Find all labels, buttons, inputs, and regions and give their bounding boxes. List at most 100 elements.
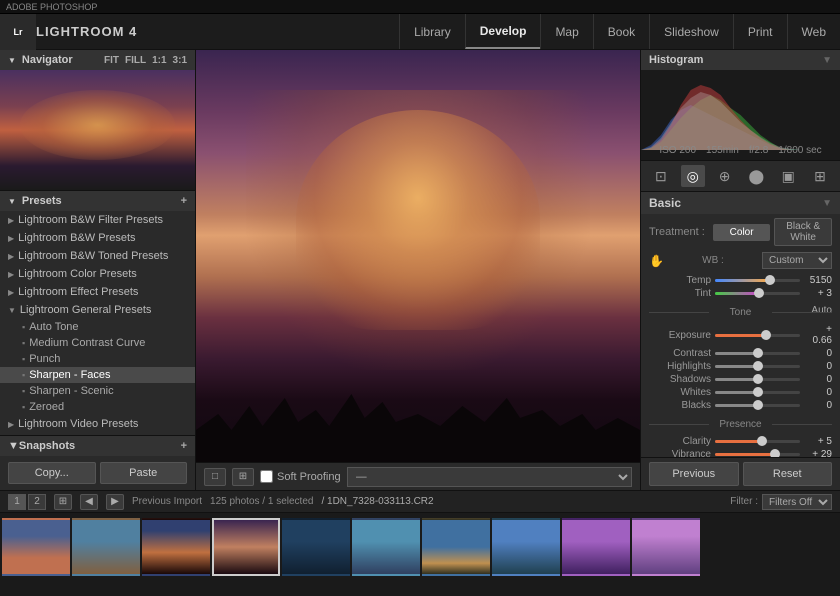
nav-preview-cloud: [20, 90, 175, 160]
reset-button[interactable]: Reset: [743, 462, 833, 486]
histogram-label: Histogram: [649, 54, 703, 66]
preset-label: Auto Tone: [29, 321, 78, 333]
film-thumb-6[interactable]: [352, 518, 420, 576]
highlights-thumb[interactable]: [753, 361, 763, 371]
film-thumb-4[interactable]: [212, 518, 280, 576]
nav-fit[interactable]: FIT: [104, 55, 119, 66]
crop-tool[interactable]: ⊡: [649, 165, 673, 187]
preset-medium-contrast[interactable]: ▪ Medium Contrast Curve: [0, 335, 195, 351]
tab-print[interactable]: Print: [733, 14, 787, 49]
film-thumb-image: [562, 518, 630, 576]
preset-group-effect[interactable]: ▶ Lightroom Effect Presets: [0, 283, 195, 301]
filmstrip-prev-import: Previous Import: [132, 496, 202, 507]
preset-icon: ▪: [22, 402, 25, 412]
navigator-header[interactable]: ▼ Navigator FIT FILL 1:1 3:1: [0, 50, 195, 70]
histogram-menu-icon: ▼: [822, 55, 832, 66]
contrast-thumb[interactable]: [753, 348, 763, 358]
blacks-thumb[interactable]: [753, 400, 763, 410]
film-thumb-image: [352, 518, 420, 576]
view-compare-button[interactable]: ⊞: [232, 468, 254, 486]
shadows-track[interactable]: [715, 378, 800, 381]
histogram-section: Histogram ▼ ISO 200 155min f/2.8: [641, 50, 840, 161]
film-thumb-7[interactable]: [422, 518, 490, 576]
preset-group-label: Lightroom B&W Presets: [18, 232, 135, 244]
filmstrip-tab-2[interactable]: 2: [28, 494, 46, 510]
vibrance-track[interactable]: [715, 453, 800, 456]
paste-button[interactable]: Paste: [100, 462, 188, 484]
circle-tool[interactable]: ◎: [681, 165, 705, 187]
tab-library[interactable]: Library: [399, 14, 465, 49]
tab-develop[interactable]: Develop: [465, 14, 541, 49]
filmstrip-nav-prev[interactable]: ◀: [80, 494, 98, 510]
preset-punch[interactable]: ▪ Punch: [0, 351, 195, 367]
temp-track[interactable]: [715, 279, 800, 282]
basic-header[interactable]: Basic ▼: [641, 192, 840, 214]
highlights-track[interactable]: [715, 365, 800, 368]
preset-group-video[interactable]: ▶ Lightroom Video Presets: [0, 415, 195, 433]
vibrance-thumb[interactable]: [770, 449, 780, 457]
film-thumb-9[interactable]: [562, 518, 630, 576]
tab-map[interactable]: Map: [540, 14, 592, 49]
filmstrip-nav-next[interactable]: ▶: [106, 494, 124, 510]
preset-group-bw-filter[interactable]: ▶ Lightroom B&W Filter Presets: [0, 211, 195, 229]
preset-sharpen-scenic[interactable]: ▪ Sharpen - Scenic: [0, 383, 195, 399]
snapshots-header[interactable]: ▼ Snapshots +: [0, 436, 195, 456]
hsl-tool[interactable]: ⊞: [808, 165, 832, 187]
wb-select[interactable]: Custom: [762, 252, 832, 269]
color-button[interactable]: Color: [713, 224, 771, 241]
presets-header[interactable]: ▼ Presets +: [0, 191, 195, 211]
clarity-thumb[interactable]: [757, 436, 767, 446]
whites-track[interactable]: [715, 391, 800, 394]
develop-preset-select[interactable]: —: [347, 467, 632, 487]
histogram-chart: [641, 70, 840, 150]
film-thumb-8[interactable]: [492, 518, 560, 576]
copy-paste-row: Copy... Paste: [0, 456, 195, 490]
tab-book[interactable]: Book: [593, 14, 649, 49]
blacks-track[interactable]: [715, 404, 800, 407]
eyedropper-icon[interactable]: ✋: [649, 254, 664, 268]
preset-group-label: Lightroom B&W Filter Presets: [18, 214, 163, 226]
nav-1-1[interactable]: 1:1: [152, 55, 166, 66]
preset-group-general[interactable]: ▼ Lightroom General Presets: [0, 301, 195, 319]
nav-3-1[interactable]: 3:1: [173, 55, 187, 66]
tab-slideshow[interactable]: Slideshow: [649, 14, 733, 49]
preset-group-color[interactable]: ▶ Lightroom Color Presets: [0, 265, 195, 283]
whites-thumb[interactable]: [753, 387, 763, 397]
redeye-tool[interactable]: ⊕: [713, 165, 737, 187]
film-thumb-1[interactable]: [2, 518, 70, 576]
exposure-thumb[interactable]: [761, 330, 771, 340]
film-thumb-2[interactable]: [72, 518, 140, 576]
preset-group-bw-toned[interactable]: ▶ Lightroom B&W Toned Presets: [0, 247, 195, 265]
filter-select[interactable]: Filters Off: [762, 494, 832, 510]
view-single-button[interactable]: □: [204, 468, 226, 486]
snapshots-add-button[interactable]: +: [181, 440, 187, 452]
preset-group-bw[interactable]: ▶ Lightroom B&W Presets: [0, 229, 195, 247]
film-thumb-3[interactable]: [142, 518, 210, 576]
presets-add-button[interactable]: +: [181, 195, 187, 207]
temp-thumb[interactable]: [765, 275, 775, 285]
soft-proofing-checkbox[interactable]: [260, 470, 273, 483]
contrast-track[interactable]: [715, 352, 800, 355]
brush-tool[interactable]: ⬤: [744, 165, 768, 187]
clarity-track[interactable]: [715, 440, 800, 443]
preset-sharpen-faces[interactable]: ▪ Sharpen - Faces: [0, 367, 195, 383]
auto-button[interactable]: Auto: [811, 305, 832, 316]
wb-row: ✋ WB : Custom: [641, 250, 840, 271]
exposure-track[interactable]: [715, 334, 800, 337]
film-thumb-10[interactable]: [632, 518, 700, 576]
previous-button[interactable]: Previous: [649, 462, 739, 486]
tint-track[interactable]: [715, 292, 800, 295]
shadows-thumb[interactable]: [753, 374, 763, 384]
histogram-header[interactable]: Histogram ▼: [641, 50, 840, 70]
copy-button[interactable]: Copy...: [8, 462, 96, 484]
preset-auto-tone[interactable]: ▪ Auto Tone: [0, 319, 195, 335]
bw-button[interactable]: Black & White: [774, 218, 832, 246]
tint-thumb[interactable]: [754, 288, 764, 298]
nav-fill[interactable]: FILL: [125, 55, 146, 66]
preset-zeroed[interactable]: ▪ Zeroed: [0, 399, 195, 415]
filmstrip-tab-1[interactable]: 1: [8, 494, 26, 510]
filmstrip-nav-grid[interactable]: ⊞: [54, 494, 72, 510]
gradient-tool[interactable]: ▣: [776, 165, 800, 187]
tab-web[interactable]: Web: [787, 14, 840, 49]
film-thumb-5[interactable]: [282, 518, 350, 576]
